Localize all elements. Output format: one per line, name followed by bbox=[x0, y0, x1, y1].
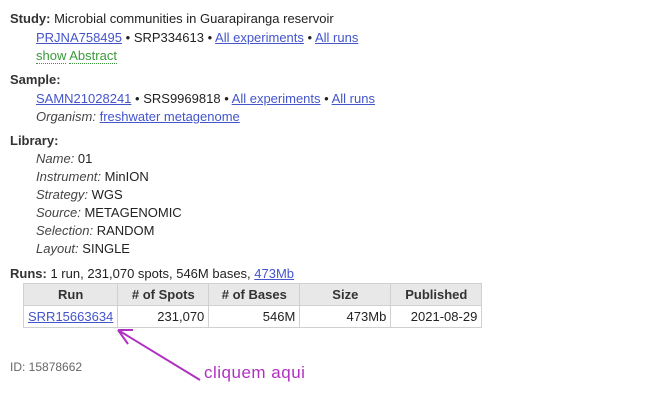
annotation-text: cliquem aqui bbox=[204, 363, 306, 382]
annotation-arrow bbox=[117, 329, 201, 381]
